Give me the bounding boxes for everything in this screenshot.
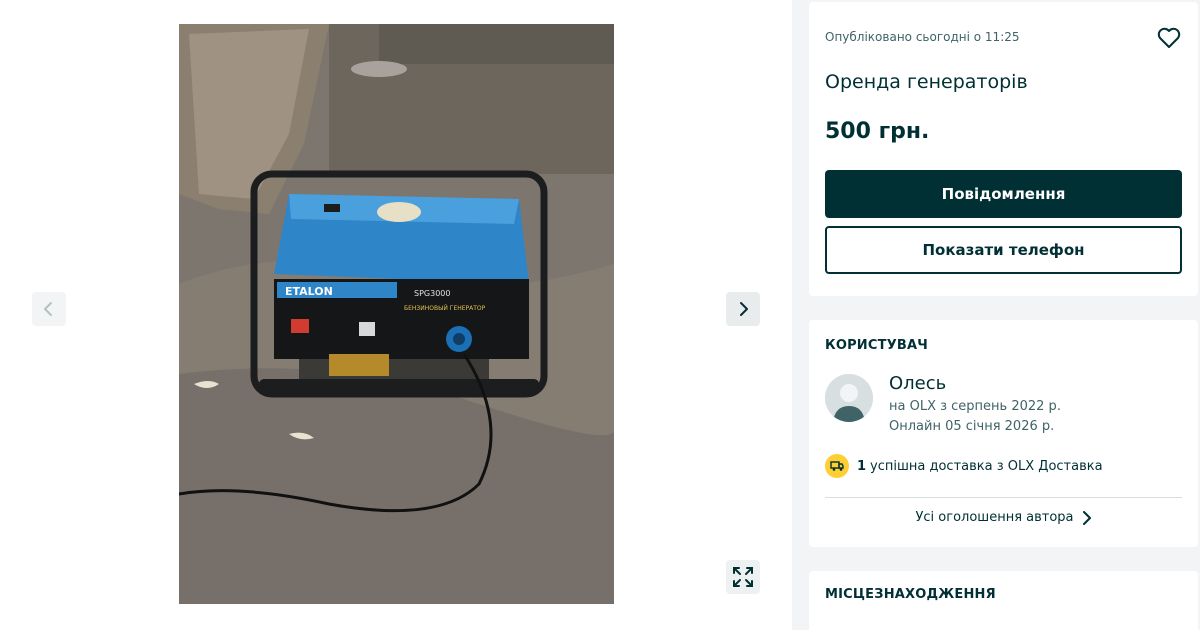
all-ads-label: Усі оголошення автора	[915, 510, 1074, 525]
favorite-button[interactable]	[1155, 24, 1183, 52]
user-avatar-icon	[825, 374, 873, 422]
listing-card: Опубліковано сьогодні о 11:25 Оренда ген…	[809, 2, 1198, 296]
delivery-text: успішна доставка з OLX Доставка	[870, 458, 1103, 474]
user-section-title: КОРИСТУВАЧ	[825, 338, 928, 353]
location-card: МІСЦЕЗНАХОДЖЕННЯ	[809, 571, 1198, 630]
generator-photo-illustration: ETALON SPG3000 БЕНЗИНОВЫЙ ГЕНЕРАТОР	[179, 24, 614, 604]
location-section-title: МІСЦЕЗНАХОДЖЕННЯ	[825, 587, 996, 602]
photo-model: SPG3000	[414, 289, 450, 298]
published-date: Опубліковано сьогодні о 11:25	[825, 30, 1020, 44]
photo-gallery: ETALON SPG3000 БЕНЗИНОВЫЙ ГЕНЕРАТОР	[0, 0, 792, 630]
user-name[interactable]: Олесь	[889, 373, 946, 394]
expand-icon	[733, 567, 753, 587]
photo-brand: ETALON	[285, 285, 333, 298]
user-online-status: Онлайн 05 січня 2026 р.	[889, 419, 1055, 434]
user-since: на OLX з серпень 2022 р.	[889, 399, 1061, 414]
previous-photo-button[interactable]	[32, 292, 66, 326]
user-card: КОРИСТУВАЧ Олесь на OLX з серпень 2022 р…	[809, 320, 1198, 547]
delivery-info: 1 успішна доставка з OLX Доставка	[825, 454, 1103, 478]
chevron-left-icon	[44, 302, 52, 316]
message-button[interactable]: Повідомлення	[825, 170, 1182, 218]
listing-title: Оренда генераторів	[825, 71, 1028, 93]
truck-icon	[825, 454, 849, 478]
all-author-ads-link[interactable]: Усі оголошення автора	[809, 510, 1198, 525]
show-phone-button[interactable]: Показати телефон	[825, 226, 1182, 274]
divider	[825, 497, 1182, 498]
heart-icon	[1157, 27, 1181, 48]
listing-photo[interactable]: ETALON SPG3000 БЕНЗИНОВЫЙ ГЕНЕРАТОР	[179, 24, 614, 604]
avatar[interactable]	[825, 374, 873, 422]
listing-price: 500 грн.	[825, 119, 930, 144]
photo-subtitle: БЕНЗИНОВЫЙ ГЕНЕРАТОР	[404, 305, 486, 312]
chevron-right-icon	[1082, 510, 1091, 525]
delivery-count: 1	[857, 458, 867, 474]
chevron-right-icon	[740, 302, 748, 316]
fullscreen-button[interactable]	[726, 560, 760, 594]
next-photo-button[interactable]	[726, 292, 760, 326]
